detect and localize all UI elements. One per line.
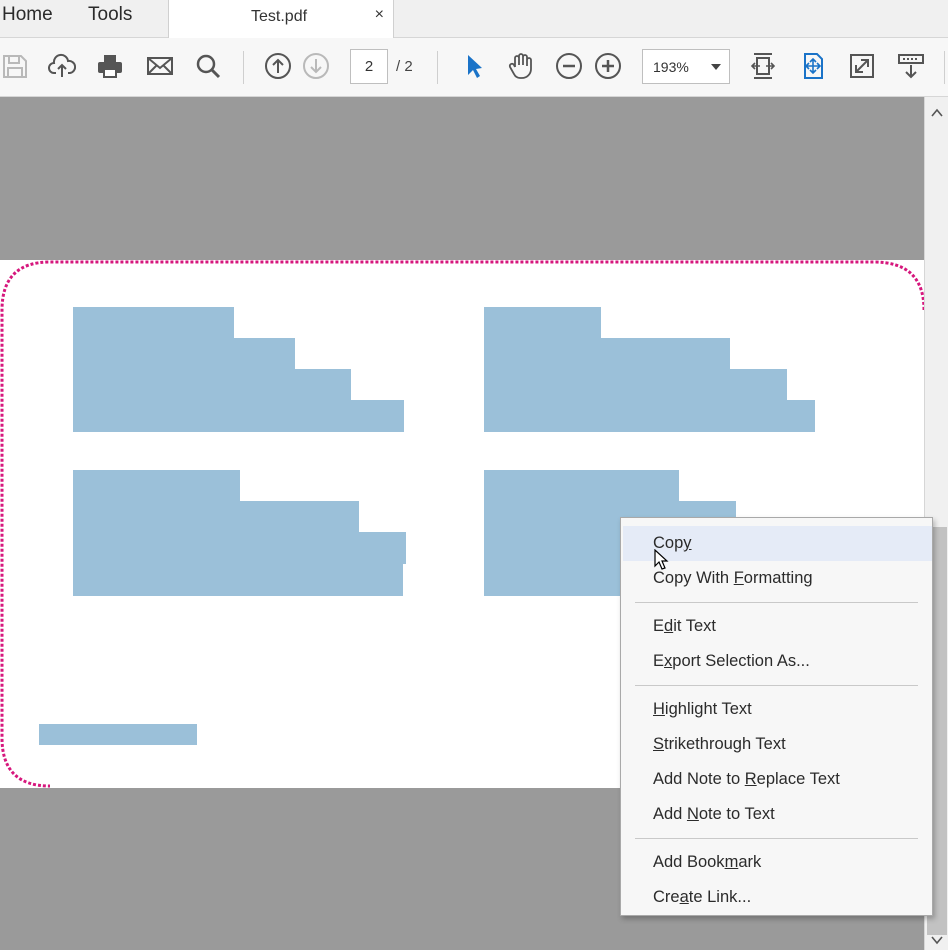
fit-width-icon[interactable] (748, 51, 778, 81)
zoom-value: 193% (653, 59, 689, 75)
text-selection-highlight[interactable] (73, 563, 403, 596)
zoom-select[interactable]: 193% (642, 49, 730, 84)
fit-page-icon[interactable] (798, 51, 828, 81)
text-selection-highlight[interactable] (39, 724, 197, 745)
menu-separator (635, 685, 918, 686)
context-menu: Copy Copy With Formatting Edit Text Expo… (620, 517, 933, 916)
menu-item-label: Strikethrough Text (653, 735, 786, 753)
text-selection-highlight[interactable] (484, 532, 624, 596)
close-tab-icon[interactable]: × (375, 6, 384, 24)
page-number-input[interactable] (350, 49, 388, 84)
menu-item-label: Add Note to Text (653, 805, 775, 823)
menu-item-export-selection[interactable]: Export Selection As... (621, 644, 932, 679)
page-up-icon[interactable] (263, 51, 293, 81)
chevron-down-icon (711, 64, 721, 70)
document-tab-label: Test.pdf (251, 8, 308, 25)
page-total: / 2 (396, 58, 413, 75)
menu-item-edit-text[interactable]: Edit Text (621, 609, 932, 644)
menu-item-label: Highlight Text (653, 700, 752, 718)
text-selection-highlight[interactable] (484, 369, 787, 401)
text-selection-highlight[interactable] (73, 501, 359, 533)
scroll-up-icon[interactable] (929, 105, 945, 121)
text-selection-highlight[interactable] (73, 532, 406, 564)
zoom-in-icon[interactable] (593, 51, 623, 81)
save-icon[interactable] (0, 51, 30, 81)
menu-item-label: Copy With Formatting (653, 569, 813, 587)
full-screen-icon[interactable] (847, 51, 877, 81)
text-selection-highlight[interactable] (484, 307, 601, 339)
page-down-icon[interactable] (301, 51, 331, 81)
tab-home[interactable]: Home (2, 4, 53, 26)
menu-item-label: Export Selection As... (653, 652, 810, 670)
upload-cloud-icon[interactable] (47, 51, 77, 81)
toolbar: / 2 193% (0, 38, 948, 97)
zoom-out-icon[interactable] (554, 51, 584, 81)
text-selection-highlight[interactable] (73, 400, 404, 432)
menu-item-create-link[interactable]: Create Link... (621, 880, 932, 915)
menu-item-label: Add Bookmark (653, 853, 762, 871)
text-selection-highlight[interactable] (484, 470, 679, 502)
menu-item-strikethrough-text[interactable]: Strikethrough Text (621, 727, 932, 762)
menu-item-add-bookmark[interactable]: Add Bookmark (621, 845, 932, 880)
email-icon[interactable] (145, 51, 175, 81)
text-selection-highlight[interactable] (73, 338, 295, 370)
text-selection-highlight[interactable] (73, 470, 240, 502)
mouse-cursor-icon (654, 549, 669, 570)
toolbar-divider (243, 51, 244, 84)
menu-item-label: Create Link... (653, 888, 752, 906)
toolbar-divider (944, 51, 945, 84)
tab-tools[interactable]: Tools (88, 4, 132, 26)
search-icon[interactable] (193, 51, 223, 81)
read-mode-icon[interactable] (896, 51, 926, 81)
menu-item-highlight-text[interactable]: Highlight Text (621, 692, 932, 727)
select-pointer-icon[interactable] (458, 51, 488, 81)
text-selection-highlight[interactable] (484, 338, 730, 370)
menu-separator (635, 838, 918, 839)
scroll-down-icon[interactable] (929, 932, 945, 948)
menu-item-add-note[interactable]: Add Note to Text (621, 797, 932, 832)
acrobat-window: Home Tools Test.pdf × / 2 (0, 0, 948, 950)
tab-document[interactable]: Test.pdf × (168, 0, 394, 39)
menu-separator (635, 602, 918, 603)
menu-item-add-note-replace[interactable]: Add Note to Replace Text (621, 762, 932, 797)
hand-icon[interactable] (506, 51, 536, 81)
text-selection-highlight[interactable] (73, 307, 234, 339)
tab-bar: Home Tools Test.pdf × (0, 0, 948, 39)
menu-item-label: Edit Text (653, 617, 716, 635)
text-selection-highlight[interactable] (484, 400, 815, 432)
toolbar-divider (437, 51, 438, 84)
text-selection-highlight[interactable] (73, 369, 351, 401)
menu-item-label: Add Note to Replace Text (653, 770, 840, 788)
print-icon[interactable] (95, 51, 125, 81)
